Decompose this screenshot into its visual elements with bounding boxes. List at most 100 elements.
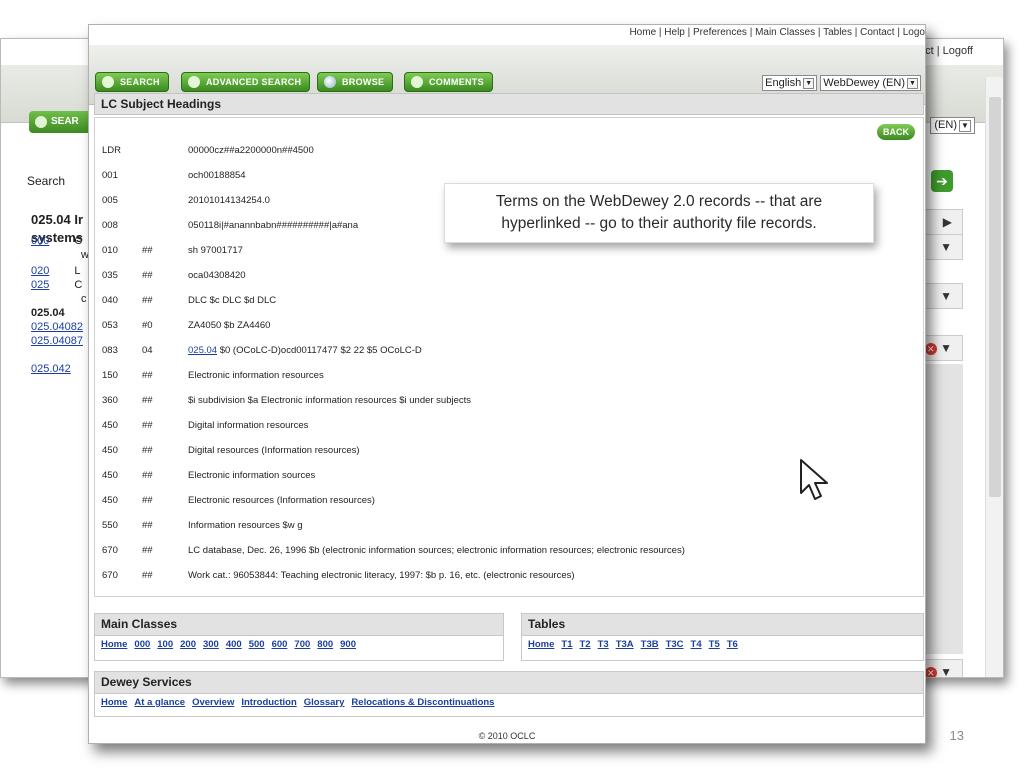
table-link[interactable]: T1 [561,639,572,650]
background-side-item[interactable]: 000 C [31,235,82,247]
table-link[interactable]: Home [528,639,554,650]
table-link[interactable]: T2 [580,639,591,650]
advanced-search-button[interactable]: ADVANCED SEARCH [181,72,311,92]
table-link[interactable]: T3 [598,639,609,650]
scrollbar-thumb[interactable] [989,97,1001,497]
record-indicator: ## [142,570,153,581]
dewey-number-link[interactable]: 025.04 [188,345,217,356]
comments-label: COMMENTS [429,77,484,87]
record-indicator: ## [142,495,153,506]
table-link[interactable]: T3B [641,639,659,650]
background-edition-select[interactable]: (EN) ▼ [930,117,975,134]
record-row: 450 ## Digital information resources [102,417,902,435]
table-link[interactable]: T6 [727,639,738,650]
record-row: LDR 00000cz##a2200000n##4500 [102,142,902,160]
service-link[interactable]: Overview [192,697,234,708]
main-class-link[interactable]: 200 [180,639,196,650]
background-side-item[interactable]: 025.04087 [31,335,83,347]
record-value: och00188854 [188,170,246,181]
record-value: Information resources $w g [188,520,303,531]
main-class-link[interactable]: Home [101,639,127,650]
search-icon [102,76,114,88]
background-top-nav[interactable]: ct | Logoff [925,45,973,57]
chevron-right-icon: ▶ [942,215,952,229]
record-value: Digital resources (Information resources… [188,445,360,456]
record-row: 035 ## oca04308420 [102,267,902,285]
record-indicator: #0 [142,320,153,331]
edition-select[interactable]: WebDewey (EN) ▼ [820,75,921,91]
record-indicator: ## [142,295,153,306]
callout-line: hyperlinked -- go to their authority fil… [501,215,817,232]
background-side-item: c [81,293,87,305]
service-link[interactable]: Home [101,697,127,708]
chevron-down-icon: ▼ [940,341,952,355]
background-side-item[interactable]: 025 C [31,279,82,291]
record-value: oca04308420 [188,270,246,281]
service-link[interactable]: Glossary [304,697,345,708]
background-side-item[interactable]: 020 L [31,265,81,277]
tables-box: Tables Home T1 T2 T3 T3A T3B T3C T4 T5 T6 [521,613,924,661]
record-tag: 450 [102,470,118,481]
record-row: 550 ## Information resources $w g [102,517,902,535]
top-nav[interactable]: Home | Help | Preferences | Main Classes… [629,27,925,38]
record-indicator: ## [142,470,153,481]
comments-button[interactable]: COMMENTS [404,72,493,92]
record-row: 053 #0 ZA4050 $b ZA4460 [102,317,902,335]
background-side-item[interactable]: 025.04082 [31,321,83,333]
main-class-link[interactable]: 700 [294,639,310,650]
table-link[interactable]: T3A [616,639,634,650]
language-select[interactable]: English ▼ [762,75,818,91]
advanced-search-label: ADVANCED SEARCH [206,77,302,87]
globe-icon [324,76,336,88]
annotation-callout: Terms on the WebDewey 2.0 records -- tha… [444,183,874,243]
record-row: 450 ## Electronic information sources [102,467,902,485]
scrollbar[interactable] [985,77,1003,677]
record-tag: 670 [102,545,118,556]
back-button[interactable]: BACK [877,124,915,140]
main-class-link[interactable]: 600 [272,639,288,650]
background-edition-value: (EN) [934,119,957,131]
dewey-services-box: Dewey Services Home At a glance Overview In… [94,671,924,717]
section-title: LC Subject Headings [94,93,924,115]
service-link[interactable]: Introduction [241,697,296,708]
tables-links: Home T1 T2 T3 T3A T3B T3C T4 T5 T6 [522,636,923,653]
search-icon [188,76,200,88]
record-indicator: ## [142,545,153,556]
record-row: 450 ## Electronic resources (Information r… [102,492,902,510]
record-value: $i subdivision $a Electronic information… [188,395,472,406]
record-value: LC database, Dec. 26, 1996 $b (electroni… [188,545,685,556]
side-item-code: 025.04 [31,307,65,319]
side-item-code: 020 [31,265,50,277]
main-class-link[interactable]: 500 [249,639,265,650]
service-link[interactable]: At a glance [134,697,185,708]
main-class-link[interactable]: 400 [226,639,242,650]
main-class-link[interactable]: 100 [157,639,173,650]
chevron-down-icon: ▼ [940,240,952,254]
record-tag: 083 [102,345,118,356]
table-link[interactable]: T5 [709,639,720,650]
search-button[interactable]: SEARCH [95,72,169,92]
main-class-link[interactable]: 000 [134,639,150,650]
close-icon[interactable]: ✕ [924,342,937,355]
record-row: 450 ## Digital resources (Information reso… [102,442,902,460]
browse-button[interactable]: BROWSE [317,72,394,92]
record-tag: 010 [102,245,118,256]
arrow-right-icon[interactable]: ➔ [931,170,953,192]
language-selects: English ▼ WebDewey (EN) ▼ [762,75,921,91]
record-tag: 550 [102,520,118,531]
record-value: DLC $c DLC $d DLC [188,295,277,306]
main-class-link[interactable]: 900 [340,639,356,650]
record-indicator: ## [142,370,153,381]
close-icon[interactable]: ✕ [924,666,937,677]
record-tag: 360 [102,395,118,406]
mouse-pointer-icon [800,459,828,500]
background-side-item[interactable]: 025.042 [31,363,71,375]
service-link[interactable]: Relocations & Discontinuations [351,697,494,708]
main-class-link[interactable]: 300 [203,639,219,650]
table-link[interactable]: T3C [666,639,684,650]
main-class-link[interactable]: 800 [317,639,333,650]
record-value-text: $0 (OCoLC-D)ocd00117477 $2 22 $5 OCoLC-D [217,345,422,356]
record-indicator: ## [142,420,153,431]
table-link[interactable]: T4 [691,639,702,650]
record-indicator: ## [142,445,153,456]
